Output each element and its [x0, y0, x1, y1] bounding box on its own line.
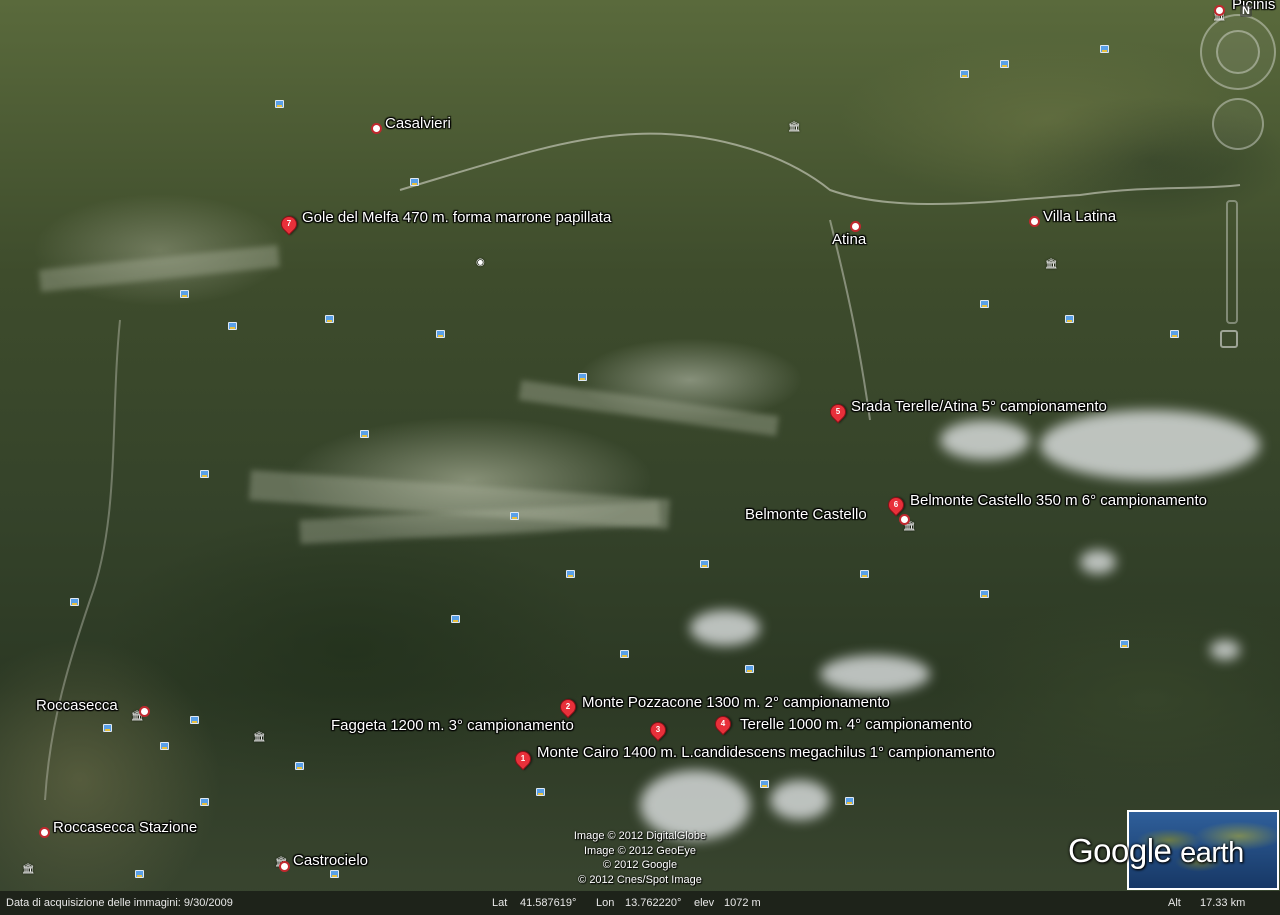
place-label-roccasecca[interactable]: Roccasecca: [36, 697, 118, 714]
poi-icon[interactable]: [980, 300, 989, 308]
place-marker-casalvieri[interactable]: [371, 123, 382, 134]
museum-icon[interactable]: 🏛: [22, 865, 35, 875]
place-marker-roccasecca-stazione[interactable]: [39, 827, 50, 838]
poi-icon[interactable]: [1120, 640, 1129, 648]
poi-icon[interactable]: [578, 373, 587, 381]
road-overlay: [44, 132, 1241, 801]
poi-icon[interactable]: [103, 724, 112, 732]
poi-icon[interactable]: [980, 590, 989, 598]
poi-icon[interactable]: [410, 178, 419, 186]
poi-icon[interactable]: [1065, 315, 1074, 323]
poi-icon[interactable]: [451, 615, 460, 623]
poi-icon[interactable]: [180, 290, 189, 298]
placemark-label-7[interactable]: Gole del Melfa 470 m. forma marrone papi…: [302, 209, 611, 226]
zoom-slider[interactable]: [1226, 200, 1238, 324]
navigation-controls[interactable]: N: [1190, 0, 1280, 360]
imagery-date: Data di acquisizione delle immagini: 9/3…: [6, 897, 233, 909]
poi-icon[interactable]: [135, 870, 144, 878]
status-bar: Data di acquisizione delle immagini: 9/3…: [0, 891, 1280, 915]
lat-value: 41.587619°: [520, 897, 577, 909]
place-marker-roccasecca[interactable]: [139, 706, 150, 717]
north-up-button[interactable]: N: [1240, 5, 1252, 17]
poi-icon[interactable]: [200, 798, 209, 806]
poi-icon[interactable]: [330, 870, 339, 878]
placemark-label-3[interactable]: Faggeta 1200 m. 3° campionamento: [331, 717, 574, 734]
poi-icon[interactable]: [1000, 60, 1009, 68]
elev-label: elev: [694, 897, 715, 909]
place-label-casalvieri[interactable]: Casalvieri: [385, 115, 451, 132]
museum-icon[interactable]: 🏛: [788, 123, 801, 133]
placemark-label-5[interactable]: Srada Terelle/Atina 5° campionamento: [851, 398, 1107, 415]
poi-icon[interactable]: [1170, 330, 1179, 338]
placemark-label-1[interactable]: Monte Cairo 1400 m. L.candidescens megac…: [537, 744, 995, 761]
poi-icon[interactable]: [700, 560, 709, 568]
alt-value: 17.33 km: [1200, 897, 1246, 909]
poi-icon[interactable]: [70, 598, 79, 606]
museum-icon[interactable]: 🏛: [1045, 260, 1058, 270]
lon-label: Lon: [596, 897, 615, 909]
place-marker-villa-latina[interactable]: [1029, 216, 1040, 227]
poi-icon[interactable]: [860, 570, 869, 578]
placemark-label-6[interactable]: Belmonte Castello 350 m 6° campionamento: [910, 492, 1207, 509]
poi-icon[interactable]: [295, 762, 304, 770]
poi-icon[interactable]: [1100, 45, 1109, 53]
poi-icon[interactable]: [436, 330, 445, 338]
camera-icon[interactable]: ◉: [476, 258, 487, 268]
lon-value: 13.762220°: [625, 897, 682, 909]
place-label-castrocielo[interactable]: Castrocielo: [293, 852, 368, 869]
zoom-slider-thumb[interactable]: [1220, 330, 1238, 348]
elev-value: 1072 m: [724, 897, 761, 909]
placemark-label-4[interactable]: Terelle 1000 m. 4° campionamento: [740, 716, 972, 733]
poi-icon[interactable]: [620, 650, 629, 658]
poi-icon[interactable]: [745, 665, 754, 673]
poi-icon[interactable]: [228, 322, 237, 330]
place-marker-belmonte-castello[interactable]: [899, 514, 910, 525]
poi-icon[interactable]: [200, 470, 209, 478]
imagery-copyright: Image © 2012 DigitalGlobe Image © 2012 G…: [573, 830, 707, 886]
poi-icon[interactable]: [760, 780, 769, 788]
alt-label: Alt: [1168, 897, 1181, 909]
move-joystick[interactable]: [1212, 98, 1264, 150]
poi-icon[interactable]: [190, 716, 199, 724]
place-label-atina[interactable]: Atina: [832, 231, 866, 248]
poi-icon[interactable]: [536, 788, 545, 796]
lat-label: Lat: [492, 897, 508, 909]
poi-icon[interactable]: [845, 797, 854, 805]
poi-icon[interactable]: [325, 315, 334, 323]
poi-icon[interactable]: [510, 512, 519, 520]
place-label-belmonte-castello[interactable]: Belmonte Castello: [745, 506, 867, 523]
museum-icon[interactable]: 🏛: [253, 733, 266, 743]
place-label-roccasecca-stazione[interactable]: Roccasecca Stazione: [53, 819, 197, 836]
poi-icon[interactable]: [275, 100, 284, 108]
place-marker-castrocielo[interactable]: [279, 861, 290, 872]
placemark-label-2[interactable]: Monte Pozzacone 1300 m. 2° campionamento: [582, 694, 890, 711]
poi-icon[interactable]: [566, 570, 575, 578]
poi-icon[interactable]: [160, 742, 169, 750]
poi-icon[interactable]: [960, 70, 969, 78]
look-joystick[interactable]: [1216, 30, 1260, 74]
poi-icon[interactable]: [360, 430, 369, 438]
place-label-villa-latina[interactable]: Villa Latina: [1043, 208, 1116, 225]
google-earth-logo: Google earth: [1068, 832, 1244, 869]
